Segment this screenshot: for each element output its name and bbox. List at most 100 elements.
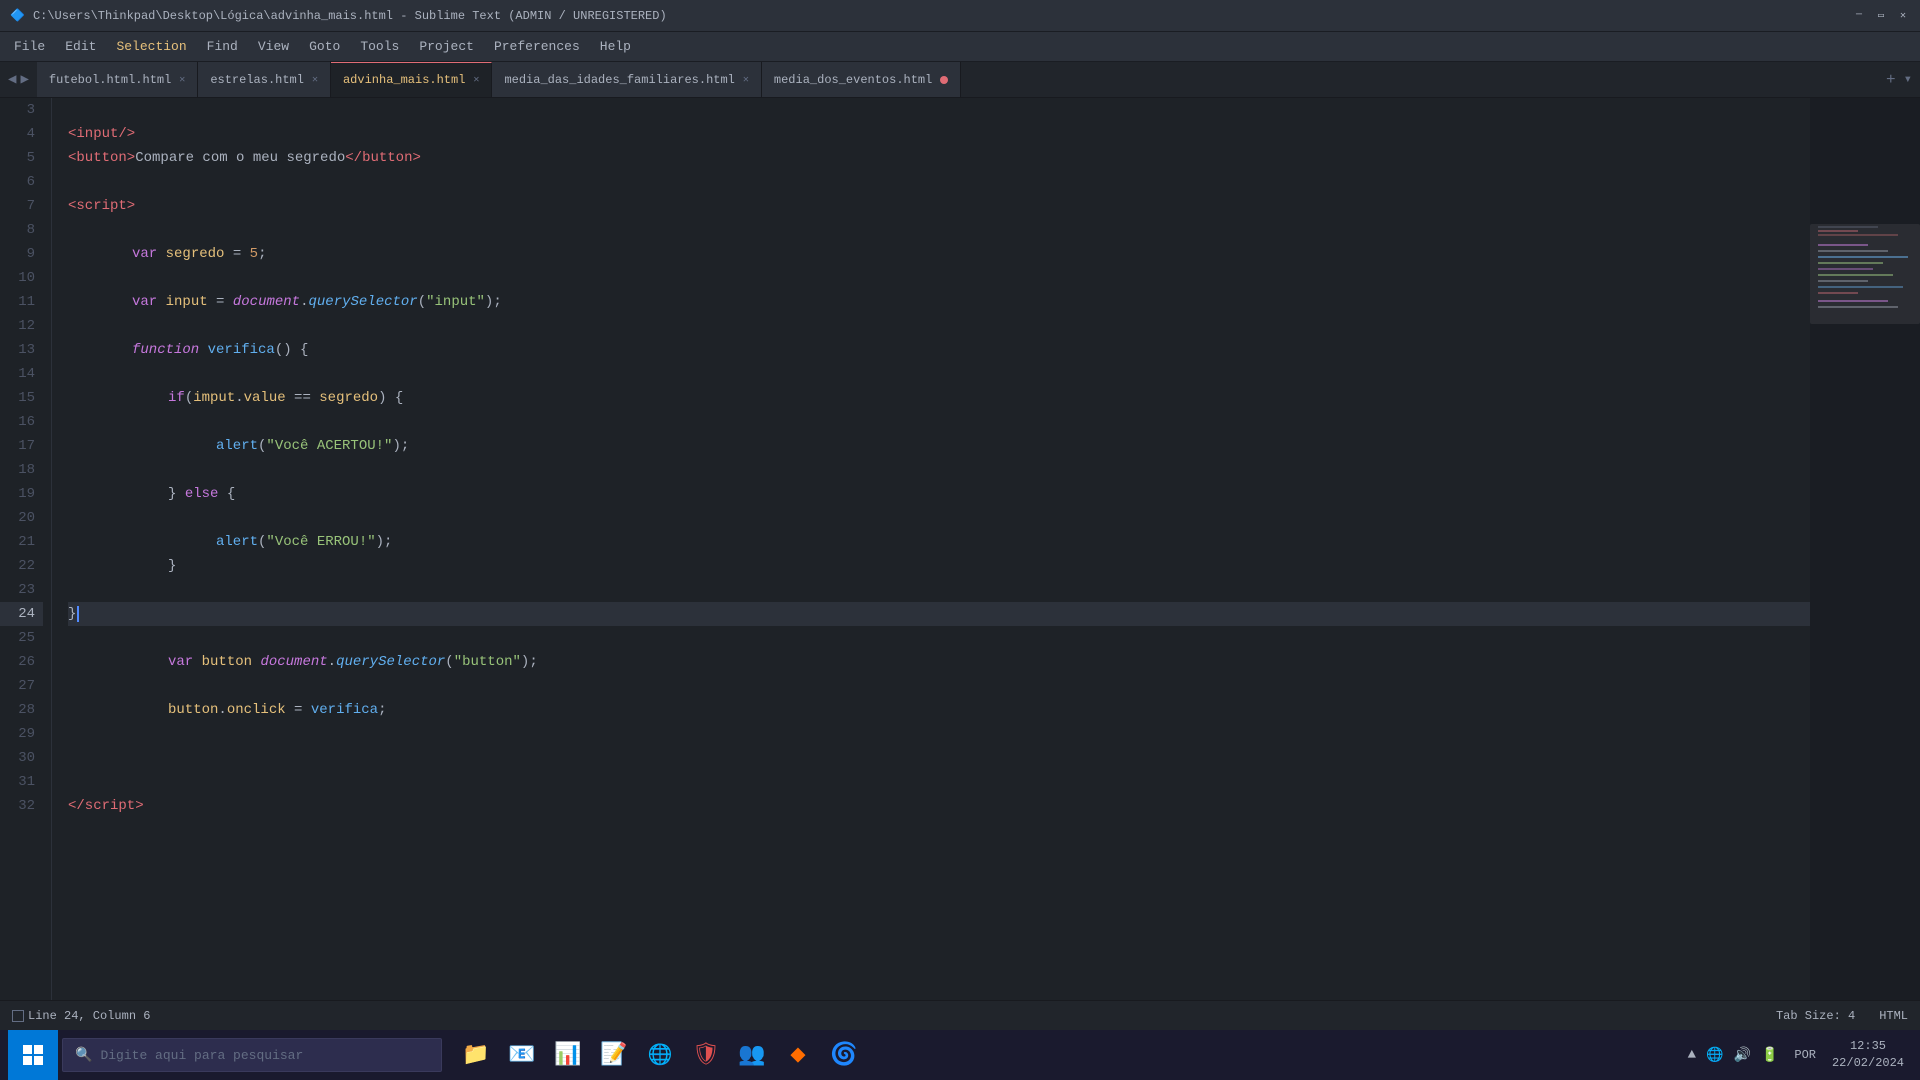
code-line-15: if(imput.value == segredo) { [68, 386, 1810, 410]
tabs-bar: ◀ ▶ futebol.html.html ✕ estrelas.html ✕ … [0, 62, 1920, 98]
nav-prev[interactable]: ◀ [8, 71, 16, 88]
code-line-30 [68, 746, 1810, 770]
line-num-32: 32 [0, 794, 43, 818]
maximize-button[interactable]: ▭ [1874, 9, 1888, 23]
line-num-22: 22 [0, 554, 43, 578]
code-line-28: button.onclick = verifica; [68, 698, 1810, 722]
taskbar-explorer[interactable]: 📁 [454, 1033, 498, 1077]
new-tab-button[interactable]: + [1886, 71, 1896, 89]
code-line-32: </script> [68, 794, 1810, 818]
tab-close[interactable]: ✕ [312, 74, 318, 86]
taskbar-sublime[interactable]: ⬥ [776, 1033, 820, 1077]
taskbar-teams[interactable]: 👥 [730, 1033, 774, 1077]
tab-label: advinha_mais.html [343, 73, 465, 87]
line-num-4: 4 [0, 122, 43, 146]
tab-label: futebol.html.html [49, 73, 171, 87]
start-button[interactable] [8, 1030, 58, 1080]
tab-advinha[interactable]: advinha_mais.html ✕ [331, 62, 492, 97]
code-line-25 [68, 626, 1810, 650]
menu-find[interactable]: Find [197, 35, 248, 58]
editor: 3 4 5 6 7 8 9 10 11 12 13 14 15 16 17 18… [0, 98, 1920, 1000]
line-num-28: 28 [0, 698, 43, 722]
code-area[interactable]: <input/> <button>Compare com o meu segre… [52, 98, 1810, 1000]
tray-network[interactable]: 🌐 [1706, 1047, 1723, 1064]
tray-volume[interactable]: 🔊 [1734, 1047, 1751, 1064]
code-line-9: var segredo = 5; [68, 242, 1810, 266]
syntax-label: HTML [1879, 1009, 1908, 1023]
tab-media-eventos[interactable]: media_dos_eventos.html [762, 62, 961, 97]
tab-media-idades[interactable]: media_das_idades_familiares.html ✕ [492, 62, 761, 97]
tab-close[interactable]: ✕ [473, 74, 479, 86]
line-num-8: 8 [0, 218, 43, 242]
app-icon: 🔷 [10, 8, 25, 23]
code-line-24: } [68, 602, 1810, 626]
code-line-20 [68, 506, 1810, 530]
minimize-button[interactable]: ─ [1852, 9, 1866, 23]
tab-nav-arrows: ◀ ▶ [0, 62, 37, 97]
menu-help[interactable]: Help [590, 35, 641, 58]
code-line-12 [68, 314, 1810, 338]
status-bar: Line 24, Column 6 Tab Size: 4 HTML [0, 1000, 1920, 1030]
tab-controls: + ▾ [1878, 62, 1920, 97]
menu-bar: File Edit Selection Find View Goto Tools… [0, 32, 1920, 62]
taskbar: 🔍 Digite aqui para pesquisar 📁 📧 📊 📝 🌐 🛡… [0, 1030, 1920, 1080]
code-line-14 [68, 362, 1810, 386]
tab-label: media_das_idades_familiares.html [504, 73, 734, 87]
taskbar-clock[interactable]: 12:35 22/02/2024 [1832, 1038, 1904, 1072]
code-line-17: alert("Você ACERTOU!"); [68, 434, 1810, 458]
tab-list-button[interactable]: ▾ [1904, 71, 1912, 88]
tray-power[interactable]: 🔋 [1761, 1047, 1778, 1064]
keyboard-language[interactable]: POR [1794, 1048, 1816, 1062]
taskbar-search-box[interactable]: 🔍 Digite aqui para pesquisar [62, 1038, 442, 1072]
menu-file[interactable]: File [4, 35, 55, 58]
menu-view[interactable]: View [248, 35, 299, 58]
line-num-11: 11 [0, 290, 43, 314]
line-num-20: 20 [0, 506, 43, 530]
taskbar-outlook[interactable]: 📧 [500, 1033, 544, 1077]
taskbar-vpn[interactable]: 🛡 [684, 1033, 728, 1077]
line-num-3: 3 [0, 98, 43, 122]
window-controls: ─ ▭ ✕ [1852, 9, 1910, 23]
menu-edit[interactable]: Edit [55, 35, 106, 58]
cursor-position: Line 24, Column 6 [28, 1009, 150, 1023]
taskbar-chrome[interactable]: 🌐 [638, 1033, 682, 1077]
code-line-3 [68, 98, 1810, 122]
text-cursor [77, 606, 79, 622]
tray-icons: ▲ 🌐 🔊 🔋 [1688, 1047, 1779, 1064]
nav-next[interactable]: ▶ [20, 71, 28, 88]
taskbar-edge[interactable]: 🌀 [822, 1033, 866, 1077]
taskbar-tray: ▲ 🌐 🔊 🔋 POR 12:35 22/02/2024 [1688, 1038, 1912, 1072]
line-num-26: 26 [0, 650, 43, 674]
taskbar-word[interactable]: 📝 [592, 1033, 636, 1077]
code-line-5: <button>Compare com o meu segredo</butto… [68, 146, 1810, 170]
minimap [1810, 98, 1920, 1000]
close-button[interactable]: ✕ [1896, 9, 1910, 23]
code-line-13: function verifica() { [68, 338, 1810, 362]
line-num-17: 17 [0, 434, 43, 458]
menu-project[interactable]: Project [409, 35, 484, 58]
taskbar-excel[interactable]: 📊 [546, 1033, 590, 1077]
line-num-13: 13 [0, 338, 43, 362]
line-num-15: 15 [0, 386, 43, 410]
tab-futebol[interactable]: futebol.html.html ✕ [37, 62, 198, 97]
menu-goto[interactable]: Goto [299, 35, 350, 58]
menu-selection[interactable]: Selection [106, 35, 196, 58]
line-num-19: 19 [0, 482, 43, 506]
code-line-22: } [68, 554, 1810, 578]
code-line-7: <script> [68, 194, 1810, 218]
tab-close[interactable]: ✕ [179, 74, 185, 86]
line-num-23: 23 [0, 578, 43, 602]
line-num-10: 10 [0, 266, 43, 290]
title-bar: 🔷 C:\Users\Thinkpad\Desktop\Lógica\advin… [0, 0, 1920, 32]
line-num-21: 21 [0, 530, 43, 554]
menu-tools[interactable]: Tools [350, 35, 409, 58]
menu-preferences[interactable]: Preferences [484, 35, 590, 58]
tray-show-hidden[interactable]: ▲ [1688, 1047, 1696, 1064]
tab-close[interactable]: ✕ [743, 74, 749, 86]
line-num-27: 27 [0, 674, 43, 698]
code-line-19: } else { [68, 482, 1810, 506]
code-line-18 [68, 458, 1810, 482]
code-line-11: var input = document.querySelector("inpu… [68, 290, 1810, 314]
tab-estrelas[interactable]: estrelas.html ✕ [198, 62, 331, 97]
taskbar-apps: 📁 📧 📊 📝 🌐 🛡 👥 ⬥ 🌀 [454, 1033, 866, 1077]
